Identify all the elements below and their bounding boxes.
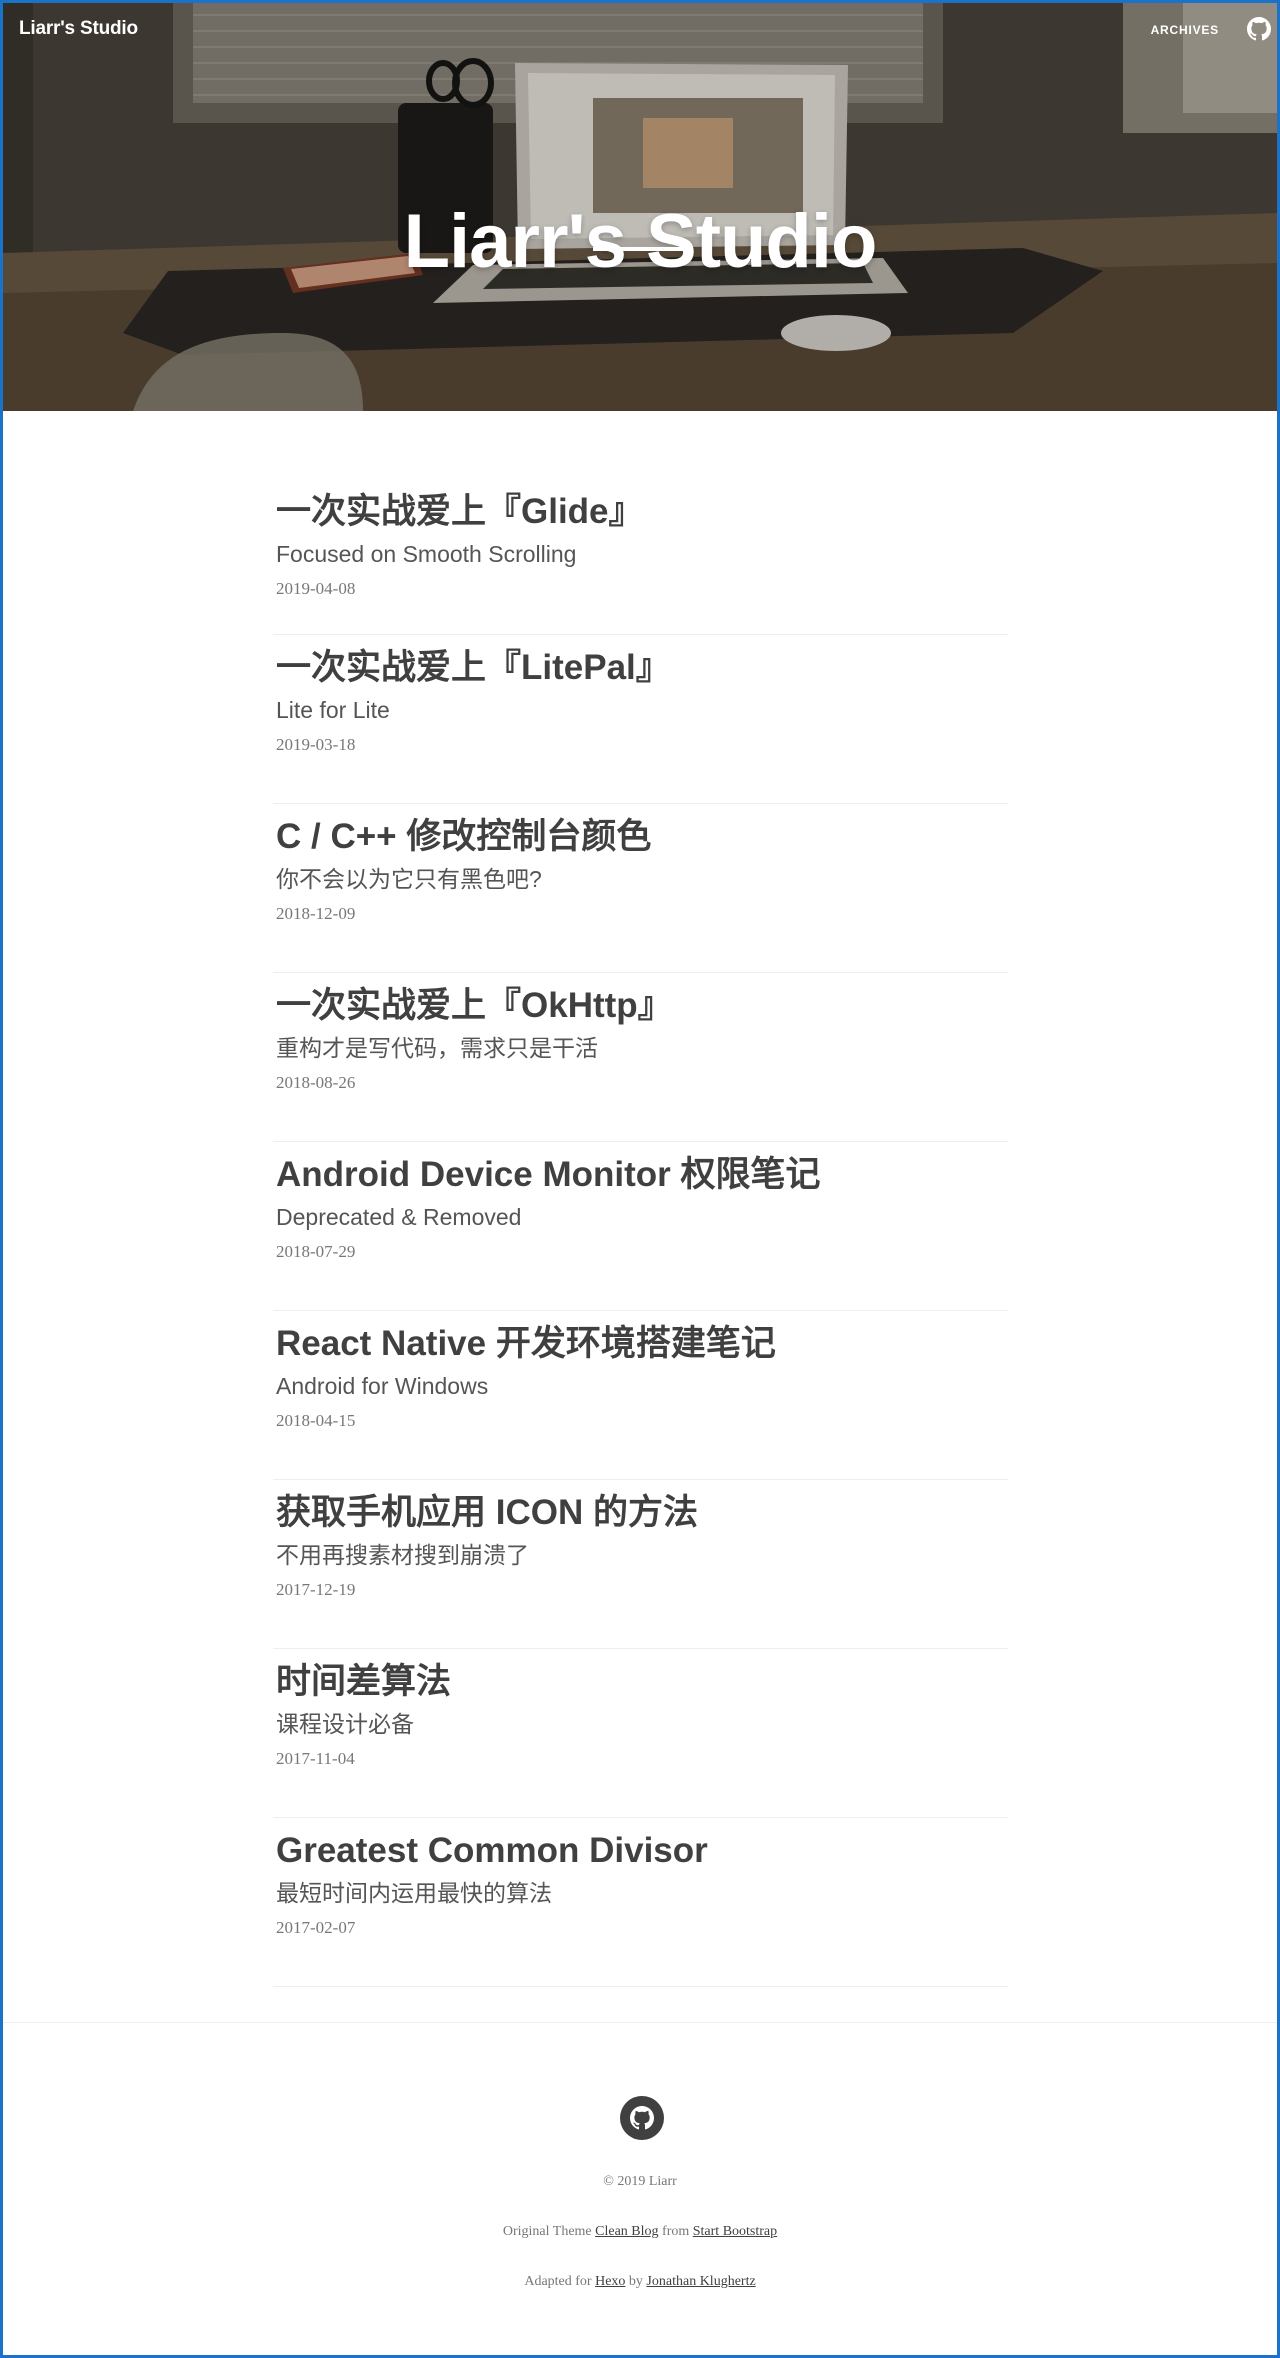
post-date: 2017-11-04 (276, 1749, 355, 1768)
start-bootstrap-link[interactable]: Start Bootstrap (693, 2224, 777, 2239)
post-title-link[interactable]: 一次实战爱上『LitePal』 (276, 647, 671, 689)
brand-link[interactable]: Liarr's Studio (19, 18, 138, 40)
footer-divider (3, 2022, 1277, 2023)
post-date: 2018-04-15 (276, 1411, 356, 1430)
footer-github-icon[interactable] (620, 2096, 664, 2140)
post-preview: C / C++ 修改控制台颜色 你不会以为它只有黑色吧? 2018-12-09 (273, 804, 1008, 973)
post-date: 2019-03-18 (276, 735, 356, 754)
post-date: 2017-02-07 (276, 1918, 356, 1937)
hexo-link[interactable]: Hexo (595, 2274, 625, 2289)
post-subtitle: 你不会以为它只有黑色吧? (276, 866, 542, 892)
post-preview: Android Device Monitor 权限笔记 Deprecated &… (273, 1142, 1008, 1311)
post-subtitle: 课程设计必备 (276, 1711, 414, 1737)
clean-blog-link[interactable]: Clean Blog (595, 2224, 658, 2239)
theme-prefix: Original Theme (502, 2224, 592, 2239)
post-title-link[interactable]: C / C++ 修改控制台颜色 (276, 816, 651, 858)
post-preview: React Native 开发环境搭建笔记 Android for Window… (273, 1311, 1008, 1480)
post-preview: 一次实战爱上『Glide』 Focused on Smooth Scrollin… (273, 411, 1008, 635)
hero-header: Liarr's Studio ARCHIVES Liarr's Studio (3, 3, 1277, 411)
theme-from: from (662, 2224, 690, 2239)
post-list: 一次实战爱上『Glide』 Focused on Smooth Scrollin… (273, 411, 1008, 1987)
nav-archives-link[interactable]: ARCHIVES (1151, 23, 1219, 37)
post-title-link[interactable]: 获取手机应用 ICON 的方法 (276, 1492, 698, 1534)
post-subtitle: 不用再搜素材搜到崩溃了 (276, 1542, 529, 1568)
copyright-text: © 2019 Liarr (603, 2174, 677, 2189)
hero-title: Liarr's Studio (403, 198, 878, 284)
post-title-link[interactable]: React Native 开发环境搭建笔记 (276, 1323, 776, 1365)
post-preview: 获取手机应用 ICON 的方法 不用再搜素材搜到崩溃了 2017-12-19 (273, 1480, 1008, 1649)
top-navbar: Liarr's Studio ARCHIVES (3, 3, 1277, 59)
post-title-link[interactable]: Greatest Common Divisor (276, 1830, 708, 1872)
post-title-link[interactable]: 一次实战爱上『OkHttp』 (276, 985, 673, 1027)
post-subtitle: 最短时间内运用最快的算法 (276, 1880, 552, 1906)
github-icon (630, 2106, 654, 2130)
post-date: 2017-12-19 (276, 1580, 356, 1599)
post-subtitle: Lite for Lite (276, 697, 390, 723)
page-frame: Liarr's Studio ARCHIVES Liarr's Studio 一… (0, 0, 1280, 2358)
hero-divider (593, 247, 691, 251)
post-title-link[interactable]: 时间差算法 (276, 1661, 451, 1703)
post-preview: 一次实战爱上『OkHttp』 重构才是写代码，需求只是干活 2018-08-26 (273, 973, 1008, 1142)
post-preview: Greatest Common Divisor 最短时间内运用最快的算法 201… (273, 1818, 1008, 1987)
post-subtitle: Android for Windows (276, 1373, 489, 1399)
post-date: 2018-07-29 (276, 1242, 356, 1261)
post-date: 2018-08-26 (276, 1073, 356, 1092)
adapted-prefix: Adapted for (524, 2274, 592, 2289)
post-preview: 时间差算法 课程设计必备 2017-11-04 (273, 1649, 1008, 1818)
theme-credit: Original Theme Clean Blog from Start Boo… (3, 2224, 1277, 2240)
author-link[interactable]: Jonathan Klughertz (646, 2274, 755, 2289)
post-subtitle: Deprecated & Removed (276, 1204, 522, 1230)
post-title-link[interactable]: Android Device Monitor 权限笔记 (276, 1154, 820, 1196)
post-title-link[interactable]: 一次实战爱上『Glide』 (276, 491, 644, 533)
post-date: 2019-04-08 (276, 579, 356, 598)
post-date: 2018-12-09 (276, 904, 356, 923)
github-icon[interactable] (1247, 17, 1271, 41)
post-subtitle: Focused on Smooth Scrolling (276, 541, 577, 567)
adapted-credit: Adapted for Hexo by Jonathan Klughertz (3, 2274, 1277, 2290)
post-subtitle: 重构才是写代码，需求只是干活 (276, 1035, 598, 1061)
adapted-by: by (628, 2274, 643, 2289)
post-preview: 一次实战爱上『LitePal』 Lite for Lite 2019-03-18 (273, 635, 1008, 804)
